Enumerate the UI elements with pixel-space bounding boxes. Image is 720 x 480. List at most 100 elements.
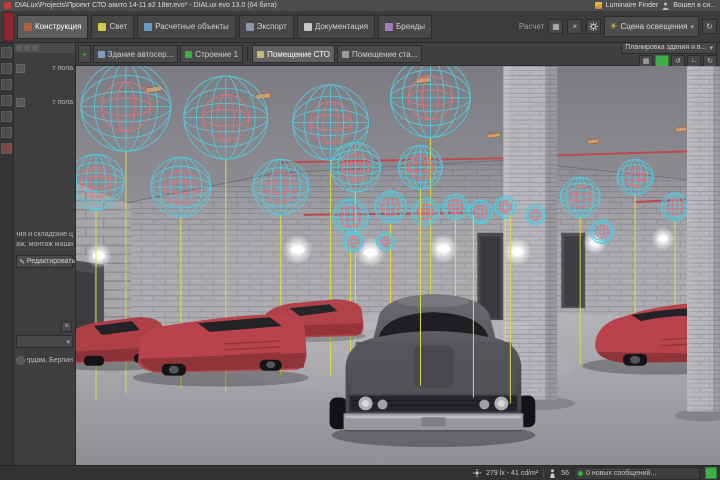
ribbon: Конструкция Свет Расчетные объекты Экспо… [0,11,720,43]
account-icon [662,2,669,10]
room-sta-button[interactable]: Помещение ста... [337,45,423,63]
calc-objects-tab-icon [144,22,153,31]
content: т пола т пола ужения и складские ц онтаж… [0,41,720,465]
person-count-icon [550,468,556,478]
opening-tool-icon[interactable] [1,127,12,138]
account-menu[interactable]: Вошел в си... [673,2,716,9]
add-icon: + [82,49,87,59]
luminaire-finder-link[interactable]: Luminaire Finder [606,2,659,9]
location-label: Амстердам, Берлин [27,357,73,364]
tab-documentation[interactable]: Документация [296,14,376,39]
dialux-evo-window: DIALux\Projects\Проект СТО авито 14-11 в… [0,0,720,480]
construction-tab-icon [24,22,32,31]
tab-brands[interactable]: Бренды [378,14,433,39]
viewport[interactable] [76,66,720,465]
location-row[interactable]: Амстердам, Берлин [14,355,75,366]
settings-gear-icon[interactable] [586,19,602,34]
app-logo-icon [4,2,11,9]
lighting-scene-dropdown[interactable]: ☀ Сцена освещения ▾ [604,16,699,37]
refresh-view-icon[interactable]: ↻ [703,54,717,67]
chevron-down-icon: ▾ [690,23,694,31]
room-icon [257,50,265,58]
tab-label: Конструкция [35,22,82,31]
dialux-menu-button[interactable] [3,12,14,41]
planning-label: Планировка здания и в... [625,44,707,51]
sidebar-dropdown[interactable]: ▾ [16,335,73,348]
status-green-dot [578,470,583,476]
ceiling-tool-icon[interactable] [1,111,12,122]
brands-tab-icon [385,22,394,31]
lighting-scene-label: Сцена освещения [620,22,688,31]
storey-label: Строение 1 [195,49,239,59]
tab-label: Свет [109,22,128,31]
edit-button[interactable]: ✎ Редактировать [16,255,75,268]
plan-view-icon[interactable]: ▦ [639,54,653,67]
storey-selector-button[interactable]: Строение 1 [180,45,244,63]
profile-text: онтаж, монтаж маши [16,241,73,248]
chevron-down-icon: ▾ [709,44,713,52]
surface-icon [16,98,25,107]
sidebar-row-label: т пола [52,99,73,106]
sidebar-row[interactable]: т пола [14,63,75,74]
floor-tool-icon[interactable] [1,95,12,106]
sidebar-row[interactable]: т пола [14,97,75,108]
sidebar: т пола т пола ужения и складские ц онтаж… [14,43,75,465]
storey-cube-icon [185,50,193,58]
draw-tool-icon[interactable] [1,63,12,74]
sidebar-header-icon[interactable] [32,45,38,51]
measure-icon[interactable]: ∟ [687,54,701,67]
edit-button-label: Редактировать [26,258,75,265]
refresh-scene-icon[interactable]: ↻ [702,19,717,34]
tab-calculation-objects[interactable]: Расчетные объекты [137,14,236,39]
select-tool-icon[interactable] [1,47,12,58]
sun-icon: ☀ [609,21,618,31]
tool-strip [0,43,14,465]
tab-export[interactable]: Экспорт [238,14,294,39]
building-icon [97,50,105,58]
wall-tool-icon[interactable] [1,79,12,90]
room-cto-button[interactable]: Помещение СТО [252,45,336,63]
export-tab-icon [245,22,254,31]
material-tool-icon[interactable] [1,143,12,154]
close-panel-button[interactable]: × [61,321,72,332]
cancel-calculation-icon[interactable]: × [567,19,583,34]
sidebar-header-icon[interactable] [16,45,22,51]
tab-construction[interactable]: Конструкция [17,14,89,39]
building-label: Здание автосер... [107,49,174,59]
luminance-icon [473,469,482,477]
room-icon [342,50,350,58]
viewport-3d-scene[interactable] [76,66,720,465]
view-3d-cube-icon[interactable] [655,54,669,67]
calculation-button[interactable]: Расчет [519,22,544,31]
add-building-button[interactable]: + [78,45,91,63]
right-column: + Здание автосер... Строение 1 Помещение… [76,41,720,465]
messages-button[interactable]: 0 новых сообщений... [574,466,700,480]
sidebar-header-icon[interactable] [24,45,30,51]
profile-text: ужения и складские ц [16,231,73,238]
building-selector-button[interactable]: Здание автосер... [92,45,179,63]
view-controls: Планировка здания и в... ▾ ▦ ↺ ∟ ↻ [621,41,718,67]
tab-label: Расчетные объекты [155,22,229,31]
documentation-tab-icon [303,22,312,31]
pencil-icon: ✎ [19,258,25,266]
building-planning-dropdown[interactable]: Планировка здания и в... ▾ [621,41,717,54]
sidebar-header [14,43,75,53]
statusbar-separator [543,468,545,478]
tab-label: Бренды [396,22,426,31]
titlebar: DIALux\Projects\Проект СТО авито 14-11 в… [0,0,720,11]
room-label: Помещение ста... [352,49,418,59]
window-title: DIALux\Projects\Проект СТО авито 14-11 в… [15,2,277,9]
room-label: Помещение СТО [267,49,331,59]
surface-icon [16,64,25,73]
toolbar-separator [247,47,249,61]
connection-status-button[interactable] [705,467,717,479]
calculation-grid-icon[interactable]: ▦ [548,19,564,34]
luminaire-finder-icon [594,2,602,9]
tab-light[interactable]: Свет [91,14,135,39]
illuminance-readout: 279 lx - 41 cd/m² [486,469,539,477]
orbit-view-icon[interactable]: ↺ [671,54,685,67]
tab-label: Экспорт [256,22,287,31]
chevron-down-icon: ▾ [66,338,70,346]
utilisation-profile-line: онтаж, монтаж маши [14,239,75,250]
light-tab-icon [98,22,107,31]
